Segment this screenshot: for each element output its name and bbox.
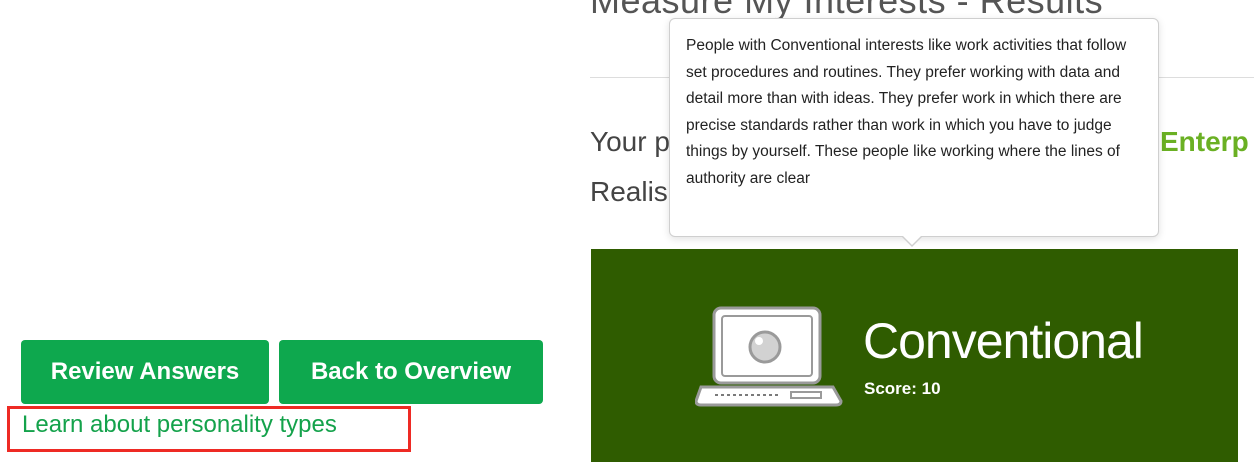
- intro-text-line-2: Realis: [590, 176, 668, 207]
- conventional-tooltip: People with Conventional interests like …: [669, 18, 1159, 237]
- top-interest-type: Enterp: [1160, 126, 1249, 157]
- result-type-title: Conventional: [863, 313, 1144, 369]
- laptop-icon: [695, 306, 843, 407]
- tooltip-arrow: [901, 235, 923, 247]
- review-answers-button[interactable]: Review Answers: [21, 340, 269, 404]
- result-score: Score: 10: [864, 379, 941, 398]
- page: Measure My Interests - Results Your p Re…: [0, 0, 1254, 462]
- back-to-overview-button[interactable]: Back to Overview: [279, 340, 543, 404]
- result-card-conventional[interactable]: Conventional Score: 10: [591, 249, 1238, 462]
- learn-personality-types-link[interactable]: Learn about personality types: [22, 411, 337, 439]
- tooltip-text: People with Conventional interests like …: [686, 37, 1127, 187]
- intro-text-line-1: Your p: [590, 126, 670, 157]
